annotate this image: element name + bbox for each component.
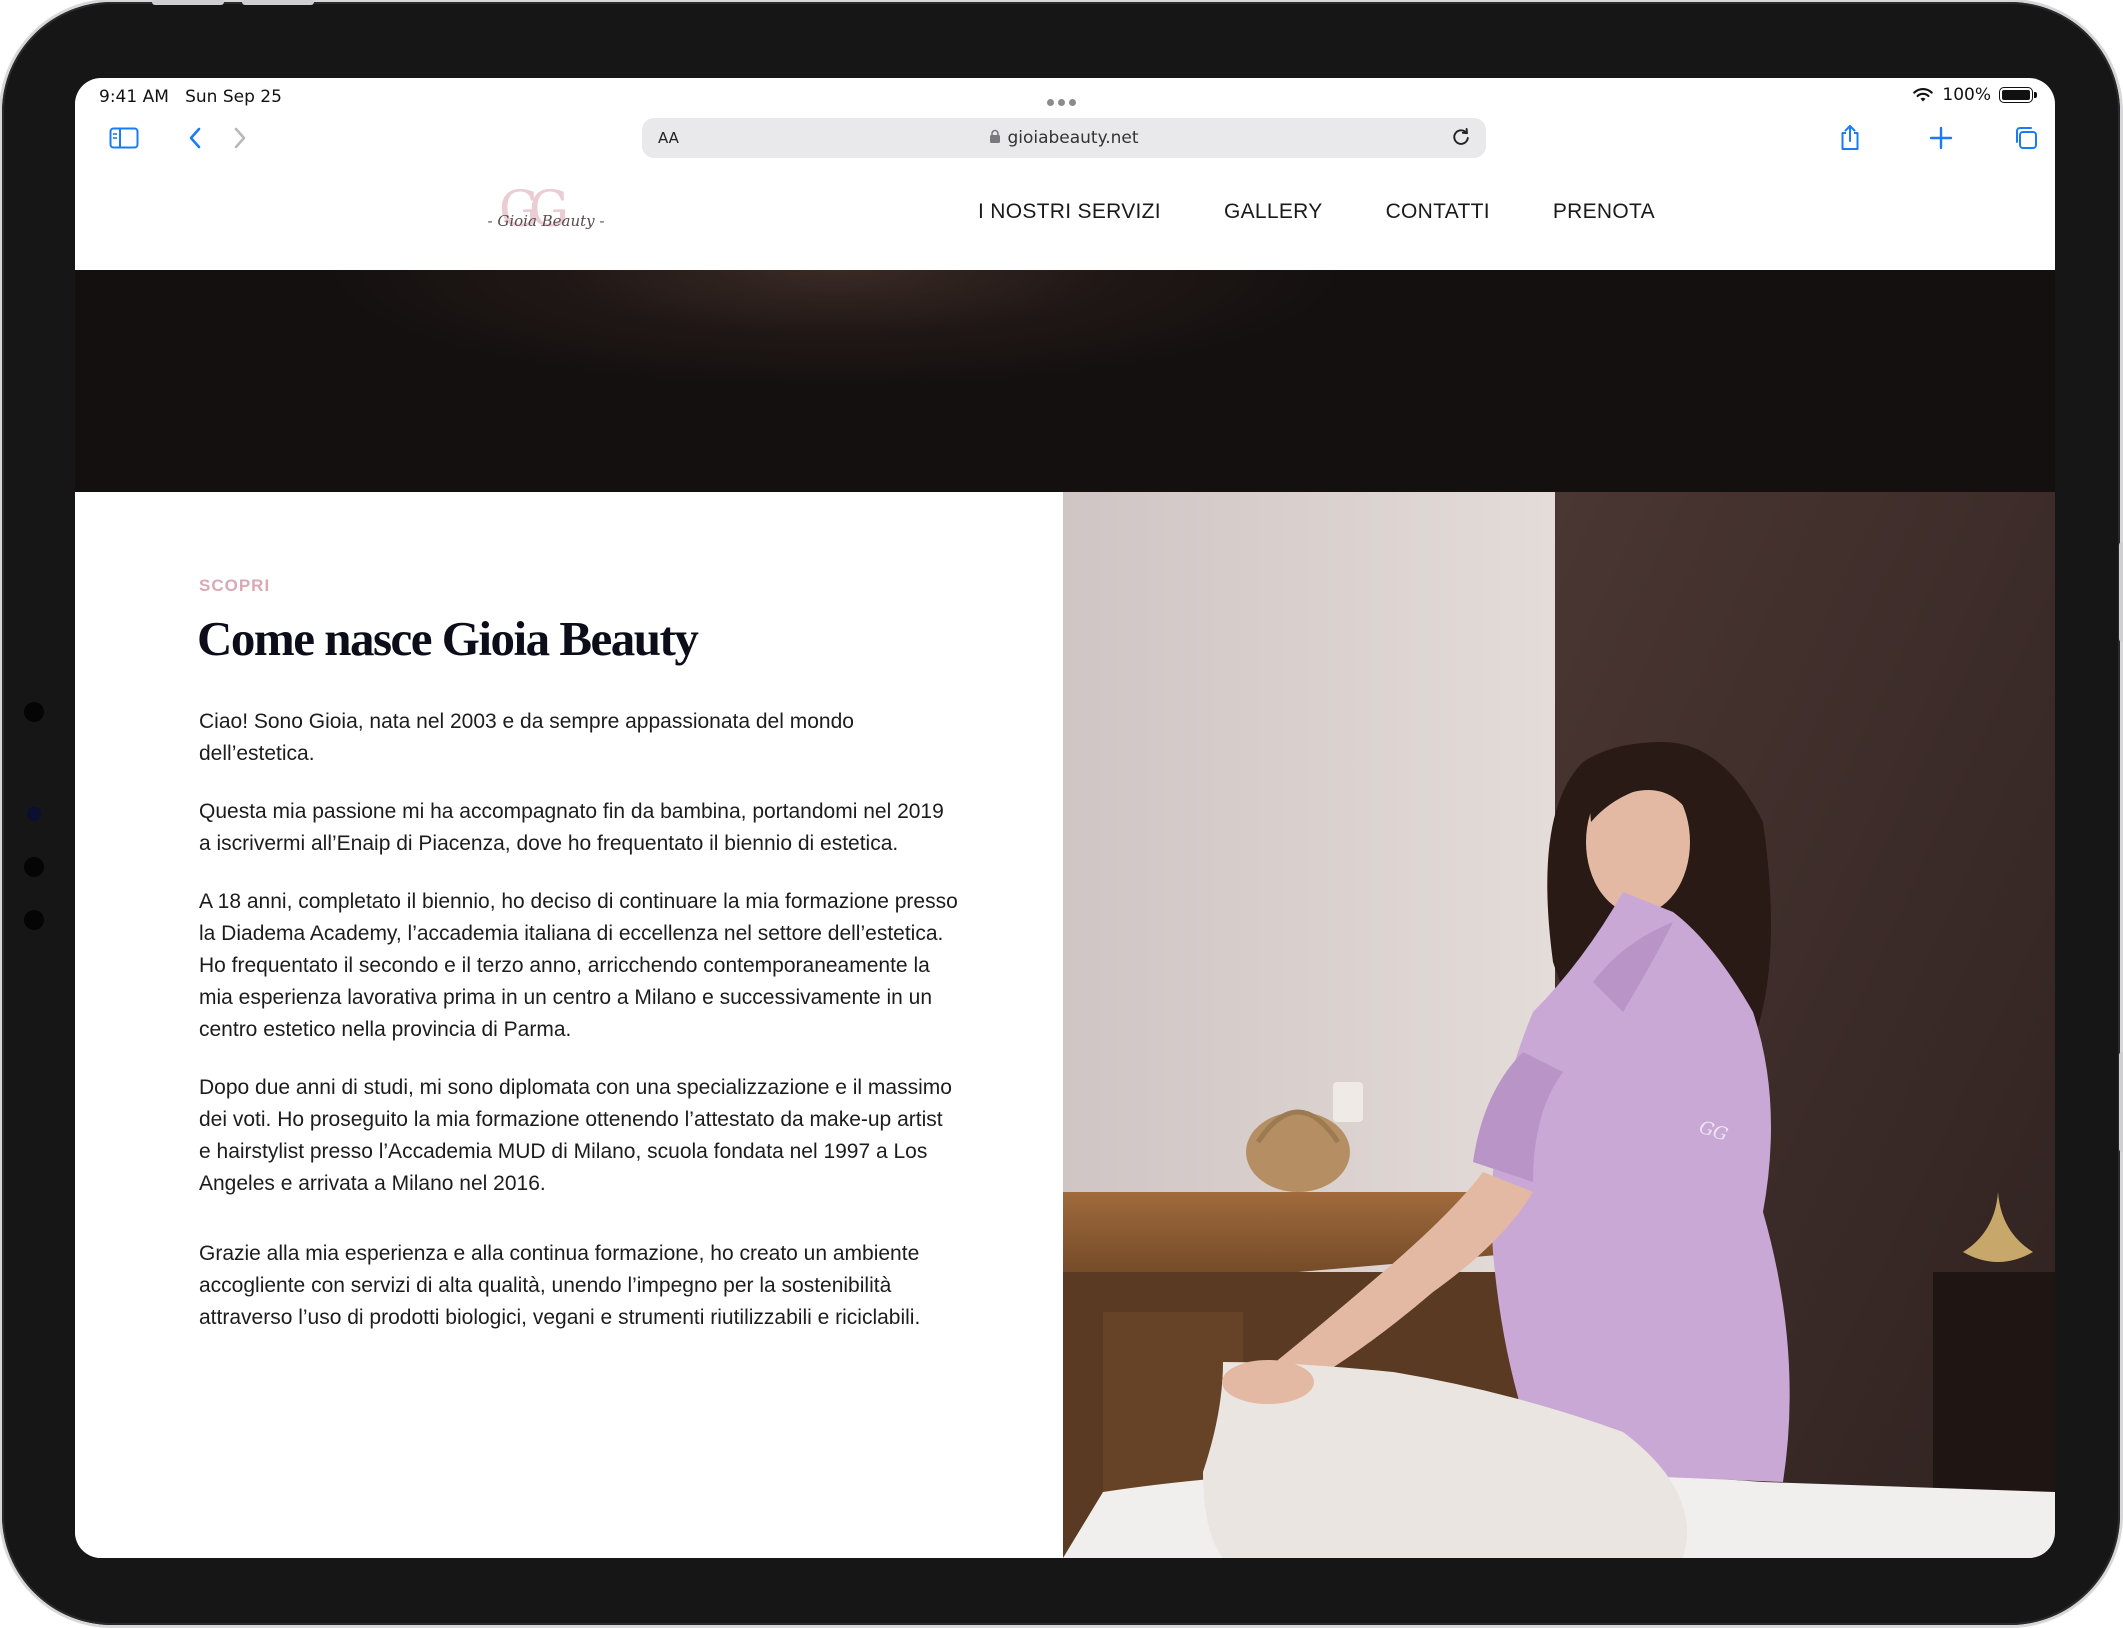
sidebar-icon[interactable] [107, 122, 141, 154]
logo-script: - Gioia Beauty - [487, 212, 605, 230]
ipad-frame: 9:41 AM Sun Sep 25 100% AA gioiabeauty.n… [2, 0, 2123, 1625]
section-title: Come nasce Gioia Beauty [197, 611, 699, 666]
address-bar[interactable]: AA gioiabeauty.net [642, 118, 1486, 158]
status-bar: 9:41 AM Sun Sep 25 100% [75, 78, 2055, 114]
camera-sensor [24, 702, 44, 722]
url-display[interactable]: gioiabeauty.net [642, 128, 1486, 148]
nav-gallery[interactable]: GALLERY [1224, 200, 1323, 224]
new-tab-icon[interactable] [1924, 122, 1958, 154]
forward-icon[interactable] [223, 122, 257, 154]
status-time: 9:41 AM Sun Sep 25 [99, 87, 282, 107]
screen: 9:41 AM Sun Sep 25 100% AA gioiabeauty.n… [75, 78, 2055, 1558]
side-button [2119, 542, 2123, 642]
nav-contatti[interactable]: CONTATTI [1386, 200, 1490, 224]
browser-toolbar: AA gioiabeauty.net [75, 114, 2055, 162]
about-paragraph: Dopo due anni di studi, mi sono diplomat… [199, 1076, 952, 1195]
volume-button [152, 0, 224, 5]
camera-sensor [24, 857, 44, 877]
reload-icon[interactable] [1450, 126, 1472, 153]
site-header: GG - Gioia Beauty - I NOSTRI SERVIZI GAL… [75, 162, 2055, 270]
site-logo[interactable]: GG - Gioia Beauty - [481, 180, 611, 252]
volume-button [242, 0, 314, 5]
multitasking-dots-icon[interactable] [1047, 91, 1080, 111]
share-icon[interactable] [1833, 122, 1867, 154]
url-text: gioiabeauty.net [1007, 128, 1139, 148]
about-paragraph: Questa mia passione mi ha accompagnato f… [199, 800, 944, 855]
clock: 9:41 AM [99, 87, 169, 107]
about-section: SCOPRI Come nasce Gioia Beauty Ciao! Son… [75, 492, 2055, 1558]
main-menu: I NOSTRI SERVIZI GALLERY CONTATTI PRENOT… [978, 200, 1655, 224]
status-right: 100% [1912, 85, 2037, 105]
section-eyebrow: SCOPRI [199, 576, 271, 595]
battery-icon [1999, 87, 2037, 103]
hero-image [75, 270, 2055, 492]
camera-sensor [24, 910, 44, 930]
lock-icon [990, 129, 1001, 143]
wifi-icon [1913, 88, 1934, 102]
camera-lens [27, 807, 41, 821]
about-text-column: SCOPRI Come nasce Gioia Beauty Ciao! Son… [75, 492, 1063, 1558]
side-button [2119, 1052, 2123, 1152]
tabs-icon[interactable] [2009, 122, 2043, 154]
about-paragraph: Grazie alla mia esperienza e alla contin… [199, 1242, 921, 1329]
about-body: Ciao! Sono Gioia, nata nel 2003 e da sem… [199, 706, 959, 1360]
portrait-photo: GG [1063, 492, 2055, 1558]
back-icon[interactable] [178, 122, 212, 154]
nav-prenota[interactable]: PRENOTA [1553, 200, 1655, 224]
about-paragraph: Ciao! Sono Gioia, nata nel 2003 e da sem… [199, 710, 854, 765]
date: Sun Sep 25 [185, 87, 282, 107]
about-paragraph: A 18 anni, completato il biennio, ho dec… [199, 890, 958, 1041]
battery-percent: 100% [1942, 85, 1991, 105]
nav-servizi[interactable]: I NOSTRI SERVIZI [978, 200, 1161, 224]
